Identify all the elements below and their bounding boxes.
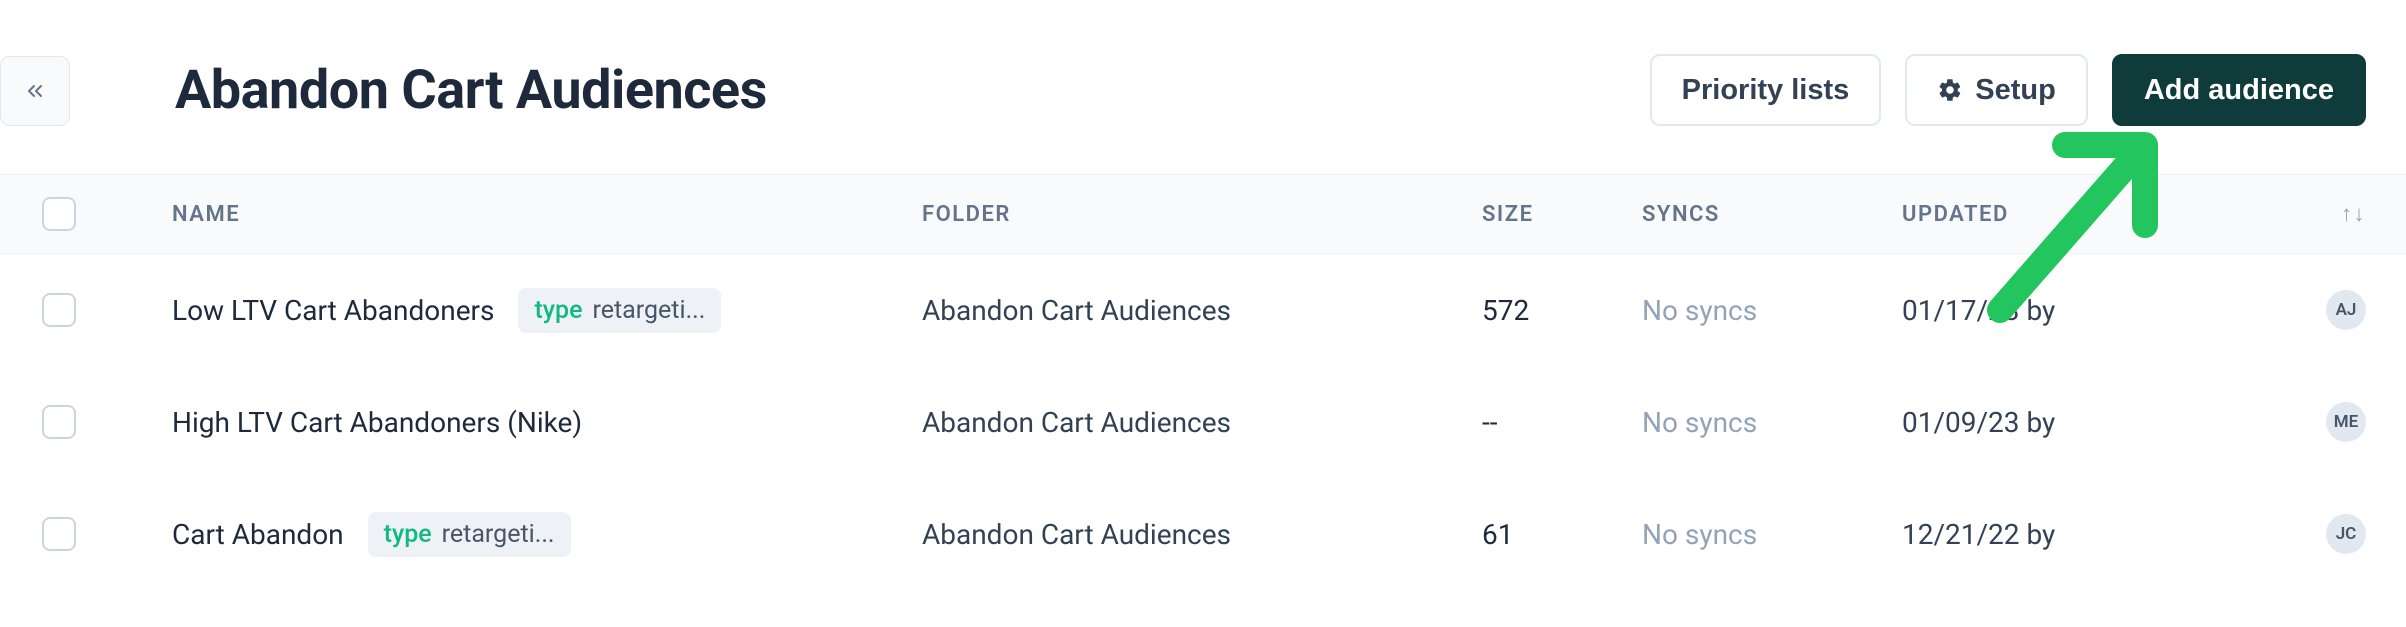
- chevrons-left-icon: [23, 79, 47, 103]
- updated-text: 01/09/23 by: [1902, 406, 2055, 439]
- audience-size: 61: [1482, 518, 1642, 551]
- audience-size: 572: [1482, 294, 1642, 327]
- audience-size: --: [1482, 406, 1642, 439]
- updated-text: 01/17/23 by: [1902, 294, 2055, 327]
- column-header-syncs[interactable]: SYNCS: [1642, 202, 1902, 227]
- column-header-size[interactable]: SIZE: [1482, 202, 1642, 227]
- audience-name: Low LTV Cart Abandoners: [172, 294, 494, 327]
- audience-updated: 01/09/23 by ME: [1902, 402, 2366, 442]
- audience-folder: Abandon Cart Audiences: [922, 294, 1482, 327]
- column-header-updated[interactable]: UPDATED ↑↓: [1902, 201, 2366, 227]
- row-checkbox[interactable]: [42, 405, 76, 439]
- tag-key: type: [384, 520, 432, 549]
- updated-text: 12/21/22 by: [1902, 518, 2055, 551]
- row-checkbox[interactable]: [42, 293, 76, 327]
- tag-value: retargeti...: [442, 520, 555, 549]
- sort-icon: ↑↓: [2341, 201, 2366, 227]
- table-header: NAME FOLDER SIZE SYNCS UPDATED ↑↓: [0, 174, 2406, 254]
- gear-icon: [1937, 77, 1963, 103]
- row-checkbox[interactable]: [42, 517, 76, 551]
- table-row[interactable]: High LTV Cart Abandoners (Nike) Abandon …: [0, 366, 2406, 478]
- setup-button[interactable]: Setup: [1905, 54, 2088, 126]
- page-header: Abandon Cart Audiences Priority lists Se…: [175, 50, 2366, 130]
- priority-lists-button[interactable]: Priority lists: [1650, 54, 1882, 126]
- tag-value: retargeti...: [593, 296, 706, 325]
- audience-updated: 12/21/22 by JC: [1902, 514, 2366, 554]
- column-header-name[interactable]: NAME: [132, 202, 922, 227]
- audience-syncs: No syncs: [1642, 406, 1902, 439]
- select-all-checkbox[interactable]: [42, 197, 76, 231]
- audiences-table: NAME FOLDER SIZE SYNCS UPDATED ↑↓ Low LT…: [0, 174, 2406, 590]
- page-title: Abandon Cart Audiences: [175, 59, 767, 122]
- header-actions: Priority lists Setup Add audience: [1650, 54, 2366, 126]
- table-row[interactable]: Cart Abandon type retargeti... Abandon C…: [0, 478, 2406, 590]
- audience-updated: 01/17/23 by AJ: [1902, 290, 2366, 330]
- avatar: AJ: [2326, 290, 2366, 330]
- add-audience-label: Add audience: [2144, 74, 2334, 107]
- audience-tag: type retargeti...: [518, 288, 721, 333]
- add-audience-button[interactable]: Add audience: [2112, 54, 2366, 126]
- audience-tag: type retargeti...: [368, 512, 571, 557]
- audience-name: Cart Abandon: [172, 518, 344, 551]
- column-header-updated-label: UPDATED: [1902, 202, 2009, 227]
- setup-label: Setup: [1975, 74, 2056, 107]
- avatar: ME: [2326, 402, 2366, 442]
- priority-lists-label: Priority lists: [1682, 74, 1850, 107]
- audience-syncs: No syncs: [1642, 518, 1902, 551]
- audience-syncs: No syncs: [1642, 294, 1902, 327]
- audience-folder: Abandon Cart Audiences: [922, 406, 1482, 439]
- audience-name: High LTV Cart Abandoners (Nike): [172, 406, 582, 439]
- column-header-folder[interactable]: FOLDER: [922, 202, 1482, 227]
- audience-folder: Abandon Cart Audiences: [922, 518, 1482, 551]
- tag-key: type: [534, 296, 582, 325]
- collapse-sidebar-button[interactable]: [0, 56, 70, 126]
- table-row[interactable]: Low LTV Cart Abandoners type retargeti..…: [0, 254, 2406, 366]
- avatar: JC: [2326, 514, 2366, 554]
- table-body: Low LTV Cart Abandoners type retargeti..…: [0, 254, 2406, 590]
